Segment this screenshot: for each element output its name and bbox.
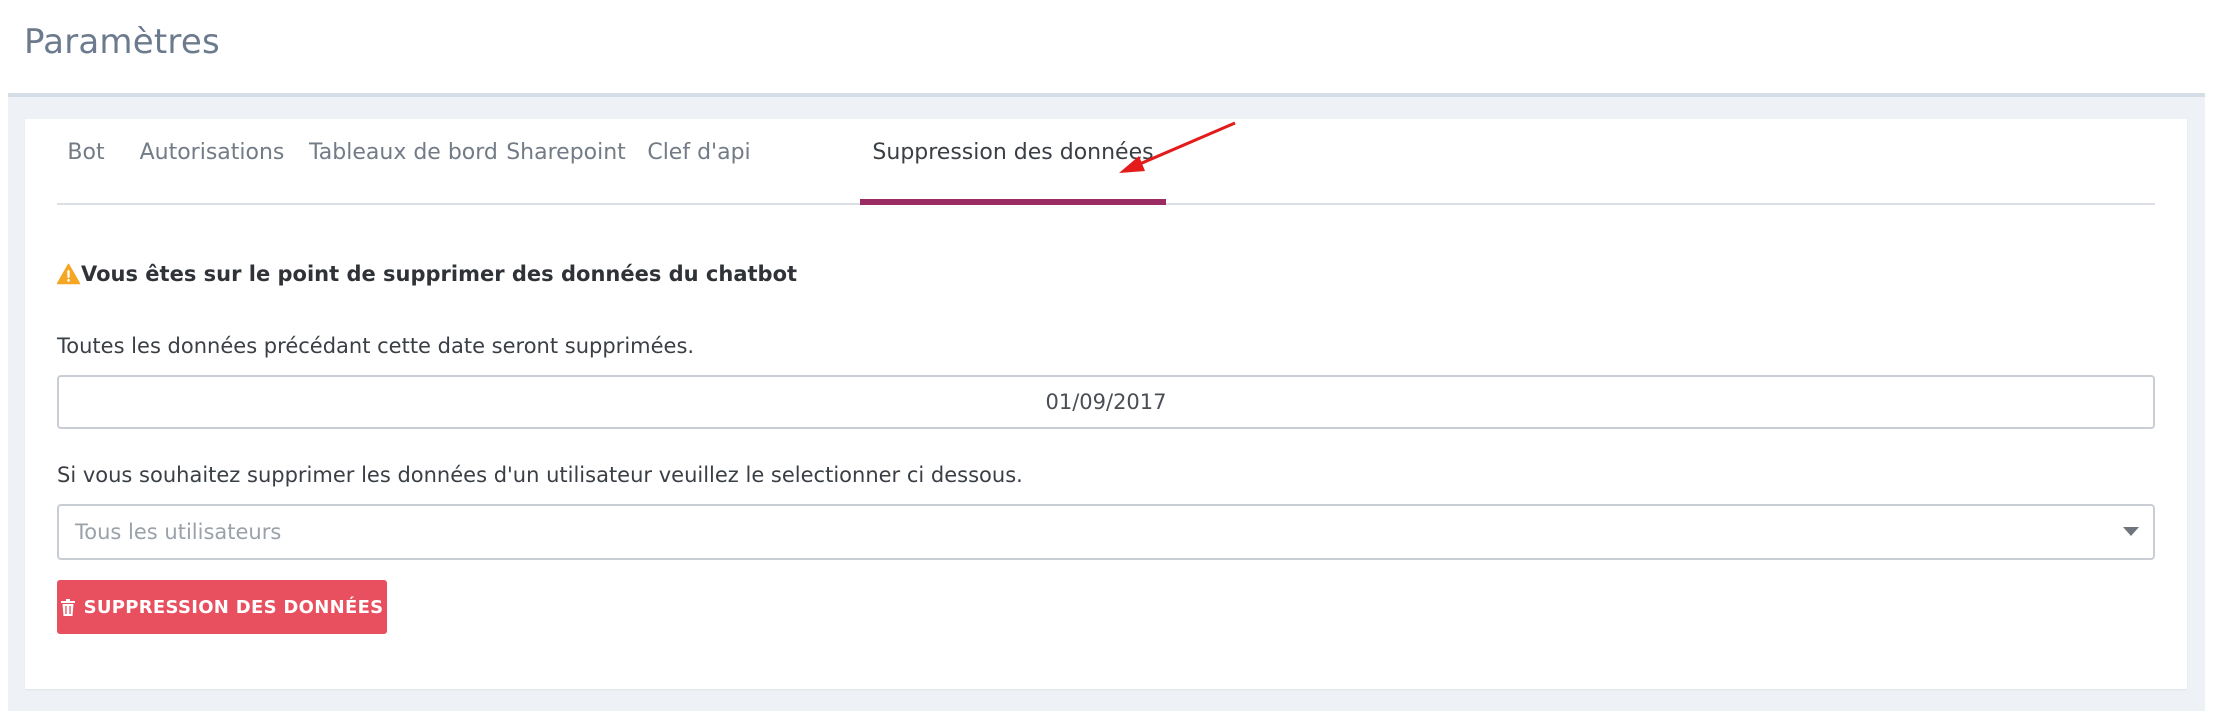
warning-message: Vous êtes sur le point de supprimer des … [57, 259, 797, 289]
user-select[interactable]: Tous les utilisateurs [57, 504, 2155, 560]
trash-icon [60, 598, 75, 616]
delete-data-button-label: SUPPRESSION DES DONNÉES [83, 596, 384, 618]
warning-triangle-icon [57, 263, 80, 285]
user-select-label: Si vous souhaitez supprimer les données … [57, 463, 1023, 487]
tab-autorisations[interactable]: Autorisations [137, 119, 287, 203]
page-title: Paramètres [24, 22, 220, 62]
date-input[interactable]: 01/09/2017 [57, 375, 2155, 429]
settings-card: Bot Autorisations Tableaux de bord Share… [25, 119, 2187, 689]
date-label: Toutes les données précédant cette date … [57, 334, 695, 358]
content-area: Bot Autorisations Tableaux de bord Share… [8, 97, 2205, 711]
delete-data-button[interactable]: SUPPRESSION DES DONNÉES [57, 580, 387, 634]
settings-page: Paramètres Bot Autorisations Tableaux de… [0, 0, 2213, 725]
tab-sharepoint[interactable]: Sharepoint [506, 119, 626, 203]
chevron-down-icon[interactable] [2123, 527, 2139, 536]
tab-bot[interactable]: Bot [57, 119, 115, 203]
warning-text: Vous êtes sur le point de supprimer des … [81, 262, 798, 286]
tab-clef-api[interactable]: Clef d'api [647, 119, 751, 203]
tab-tableaux-de-bord[interactable]: Tableaux de bord [309, 119, 498, 203]
user-select-placeholder: Tous les utilisateurs [75, 520, 282, 544]
annotation-arrow-icon [1119, 121, 1236, 173]
